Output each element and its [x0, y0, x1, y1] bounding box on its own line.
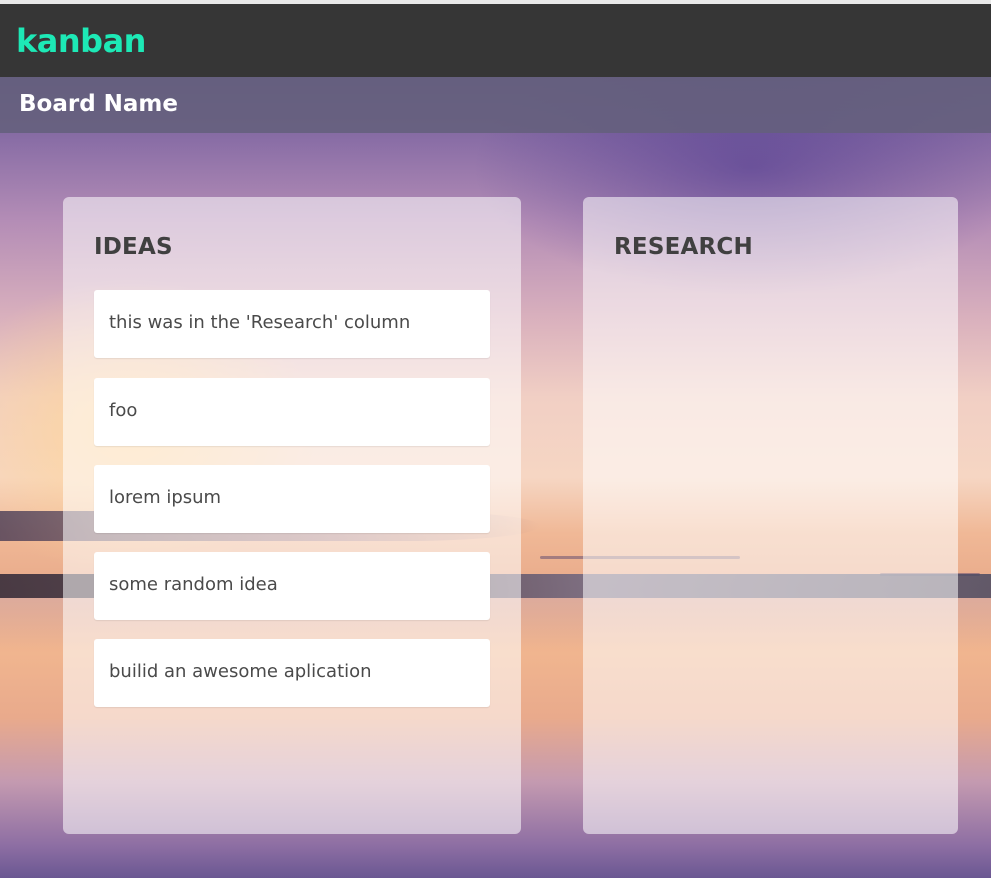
column-title: IDEAS [94, 234, 173, 260]
column-title: RESEARCH [614, 234, 753, 260]
card-text: this was in the 'Research' column [109, 312, 411, 333]
card[interactable]: lorem ipsum [94, 465, 490, 533]
app-logo[interactable]: kanban [16, 22, 146, 60]
card-text: foo [109, 400, 138, 421]
card[interactable]: some random idea [94, 552, 490, 620]
board-title[interactable]: Board Name [19, 90, 178, 118]
column-ideas[interactable]: IDEAS this was in the 'Research' column … [63, 197, 521, 834]
card-text: builid an awesome aplication [109, 661, 372, 682]
board-header: Board Name [0, 77, 991, 133]
app-header: kanban [0, 4, 991, 77]
card[interactable]: this was in the 'Research' column [94, 290, 490, 358]
card-text: lorem ipsum [109, 487, 222, 508]
card-text: some random idea [109, 574, 278, 595]
card[interactable]: foo [94, 378, 490, 446]
column-research[interactable]: RESEARCH [583, 197, 958, 834]
card[interactable]: builid an awesome aplication [94, 639, 490, 707]
